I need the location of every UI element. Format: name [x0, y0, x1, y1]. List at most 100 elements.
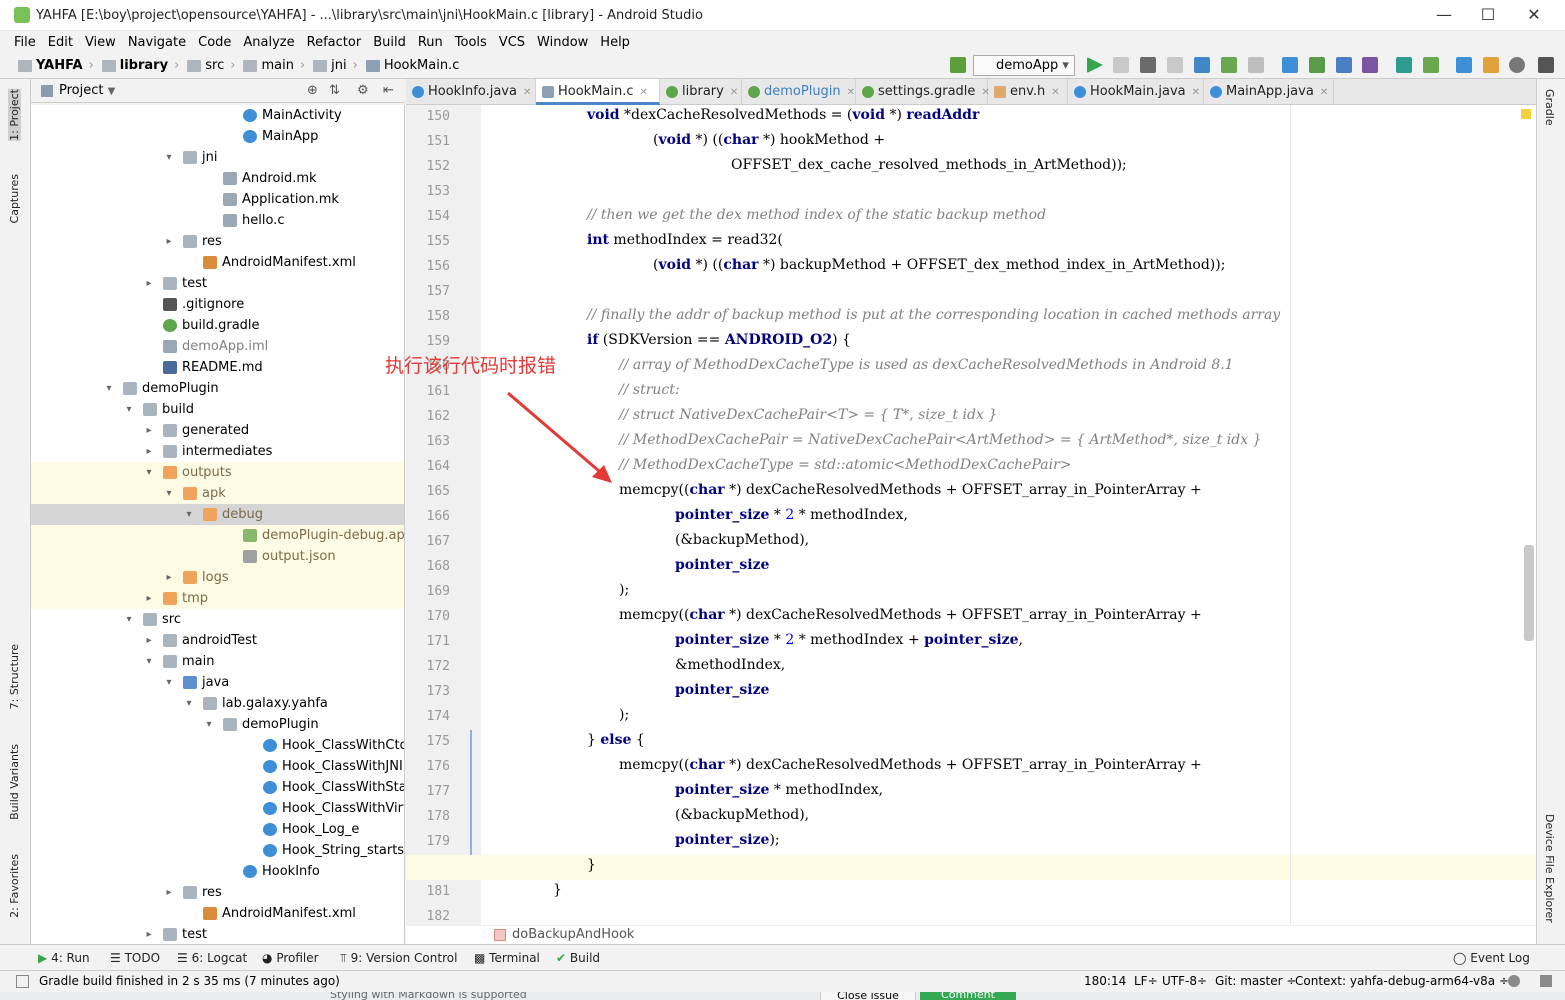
- chevron-right-icon[interactable]: ▸: [143, 441, 155, 462]
- tree-item[interactable]: MainApp: [31, 126, 404, 147]
- menu-tools[interactable]: Tools: [455, 35, 487, 50]
- avd-manager-icon[interactable]: [1336, 57, 1352, 73]
- context-selector[interactable]: Context: yahfa-debug-arm64-v8a ÷: [1295, 971, 1509, 992]
- tree-item[interactable]: ▾ src: [31, 609, 404, 630]
- tree-item[interactable]: AndroidManifest.xml: [31, 903, 404, 924]
- lock-icon[interactable]: [1508, 975, 1520, 987]
- chevron-right-icon[interactable]: ▸: [143, 924, 155, 944]
- tree-item[interactable]: ▾ outputs: [31, 462, 404, 483]
- tree-item[interactable]: ▸ intermediates: [31, 441, 404, 462]
- version-control-tool-button[interactable]: ⫪ 9: Version Control: [340, 951, 457, 966]
- chevron-down-icon[interactable]: ▾: [143, 651, 155, 672]
- tab-hookinfo-java[interactable]: HookInfo.java ✕: [406, 79, 536, 105]
- tree-item[interactable]: ▸ test: [31, 924, 404, 944]
- minimize-button[interactable]: —: [1432, 4, 1456, 26]
- download-icon[interactable]: [1456, 57, 1472, 73]
- inspection-status-icon[interactable]: [1521, 109, 1531, 119]
- search-icon[interactable]: [1509, 57, 1525, 73]
- tree-item[interactable]: Hook_ClassWithJNIMethod_fromJ: [31, 756, 404, 777]
- sync-project-icon[interactable]: [1282, 57, 1298, 73]
- tree-item[interactable]: ▸ test: [31, 273, 404, 294]
- coverage-icon[interactable]: [1221, 57, 1237, 73]
- breadcrumb-jni[interactable]: jni ›: [313, 58, 358, 73]
- layout-inspector-icon[interactable]: [1483, 57, 1499, 73]
- hide-panel-icon[interactable]: ⇤: [383, 79, 394, 103]
- locate-icon[interactable]: ⊕: [307, 79, 318, 103]
- close-issue-button[interactable]: Close issue: [820, 992, 916, 1000]
- maximize-button[interactable]: ☐: [1476, 4, 1500, 26]
- stop-icon[interactable]: [1248, 57, 1264, 73]
- tab-demoplugin[interactable]: demoPlugin ✕: [742, 79, 856, 105]
- device-manager-icon[interactable]: [1423, 57, 1439, 73]
- tab-hookmain-java[interactable]: HookMain.java ✕: [1068, 79, 1204, 105]
- comment-button[interactable]: Comment: [920, 992, 1016, 1000]
- tree-item[interactable]: Application.mk: [31, 189, 404, 210]
- memory-indicator-icon[interactable]: [1540, 975, 1552, 987]
- tree-item[interactable]: ▾ build: [31, 399, 404, 420]
- settings-icon[interactable]: [1538, 57, 1554, 73]
- menu-view[interactable]: View: [85, 35, 116, 50]
- chevron-down-icon[interactable]: ▾: [163, 483, 175, 504]
- tree-item[interactable]: MainActivity: [31, 105, 404, 126]
- tree-item[interactable]: ▸ res: [31, 882, 404, 903]
- tree-item[interactable]: ▾ jni: [31, 147, 404, 168]
- profiler-tool-button[interactable]: ◕ Profiler: [262, 951, 319, 965]
- menu-analyze[interactable]: Analyze: [243, 35, 294, 50]
- git-branch[interactable]: Git: master ÷: [1215, 971, 1296, 992]
- chevron-down-icon[interactable]: ▾: [123, 609, 135, 630]
- close-button[interactable]: ✕: [1522, 4, 1546, 26]
- file-encoding[interactable]: UTF-8÷: [1162, 971, 1207, 992]
- chevron-down-icon[interactable]: ▾: [103, 378, 115, 399]
- event-log-tool-button[interactable]: ◯ Event Log: [1453, 951, 1530, 965]
- menu-code[interactable]: Code: [198, 35, 231, 50]
- terminal-tool-button[interactable]: ▩ Terminal: [474, 951, 540, 965]
- tree-item[interactable]: Hook_String_startsWith: [31, 840, 404, 861]
- gear-icon[interactable]: ⚙: [357, 79, 369, 103]
- menu-vcs[interactable]: VCS: [499, 35, 525, 50]
- line-separator[interactable]: LF÷: [1134, 971, 1158, 992]
- status-toggle-icon[interactable]: [16, 975, 29, 988]
- chevron-right-icon[interactable]: ▸: [143, 588, 155, 609]
- tree-item[interactable]: build.gradle: [31, 315, 404, 336]
- chevron-right-icon[interactable]: ▸: [143, 273, 155, 294]
- tab-library[interactable]: library ✕: [660, 79, 742, 105]
- tree-item[interactable]: HookInfo: [31, 861, 404, 882]
- tree-item[interactable]: ▸ androidTest: [31, 630, 404, 651]
- chevron-down-icon[interactable]: ▾: [203, 714, 215, 735]
- tree-item[interactable]: demoApp.iml: [31, 336, 404, 357]
- caret-position[interactable]: 180:14: [1084, 971, 1126, 992]
- debug-icon[interactable]: [1140, 57, 1156, 73]
- todo-tool-button[interactable]: ☰ TODO: [110, 951, 160, 965]
- tree-item[interactable]: Android.mk: [31, 168, 404, 189]
- tree-item[interactable]: ▸ generated: [31, 420, 404, 441]
- chevron-right-icon[interactable]: ▸: [163, 567, 175, 588]
- run-configuration-select[interactable]: demoApp ▾: [973, 55, 1075, 76]
- chevron-down-icon[interactable]: ▾: [183, 504, 195, 525]
- tab-env-h[interactable]: env.h ✕: [988, 79, 1068, 105]
- tree-item[interactable]: Hook_ClassWithVirtualMethod_tac: [31, 798, 404, 819]
- menu-refactor[interactable]: Refactor: [307, 35, 362, 50]
- tree-item[interactable]: ▸ logs: [31, 567, 404, 588]
- apply-changes-icon[interactable]: [1113, 57, 1129, 73]
- make-project-icon[interactable]: [950, 57, 966, 73]
- tree-item[interactable]: .gitignore: [31, 294, 404, 315]
- menu-window[interactable]: Window: [537, 35, 588, 50]
- chevron-right-icon[interactable]: ▸: [143, 420, 155, 441]
- chevron-right-icon[interactable]: ▸: [163, 231, 175, 252]
- tool-tab-favorites[interactable]: 2: Favorites: [8, 854, 21, 918]
- undo-icon[interactable]: [1362, 57, 1378, 73]
- tree-item[interactable]: hello.c: [31, 210, 404, 231]
- tool-tab-gradle[interactable]: Gradle: [1543, 89, 1556, 126]
- menu-navigate[interactable]: Navigate: [128, 35, 186, 50]
- tree-item[interactable]: ▾ demoPlugin: [31, 378, 404, 399]
- tree-item[interactable]: AndroidManifest.xml: [31, 252, 404, 273]
- chevron-down-icon[interactable]: ▾: [123, 399, 135, 420]
- editor-scrollbar[interactable]: [1524, 545, 1534, 641]
- tool-tab-project[interactable]: 1: Project: [8, 89, 21, 141]
- tree-item[interactable]: README.md: [31, 357, 404, 378]
- tool-tab-captures[interactable]: Captures: [8, 174, 21, 223]
- chevron-right-icon[interactable]: ▸: [143, 630, 155, 651]
- attach-debugger-icon[interactable]: [1167, 57, 1183, 73]
- tree-item[interactable]: ▾ debug: [31, 504, 404, 525]
- tab-settings-gradle[interactable]: settings.gradle ✕: [856, 79, 990, 105]
